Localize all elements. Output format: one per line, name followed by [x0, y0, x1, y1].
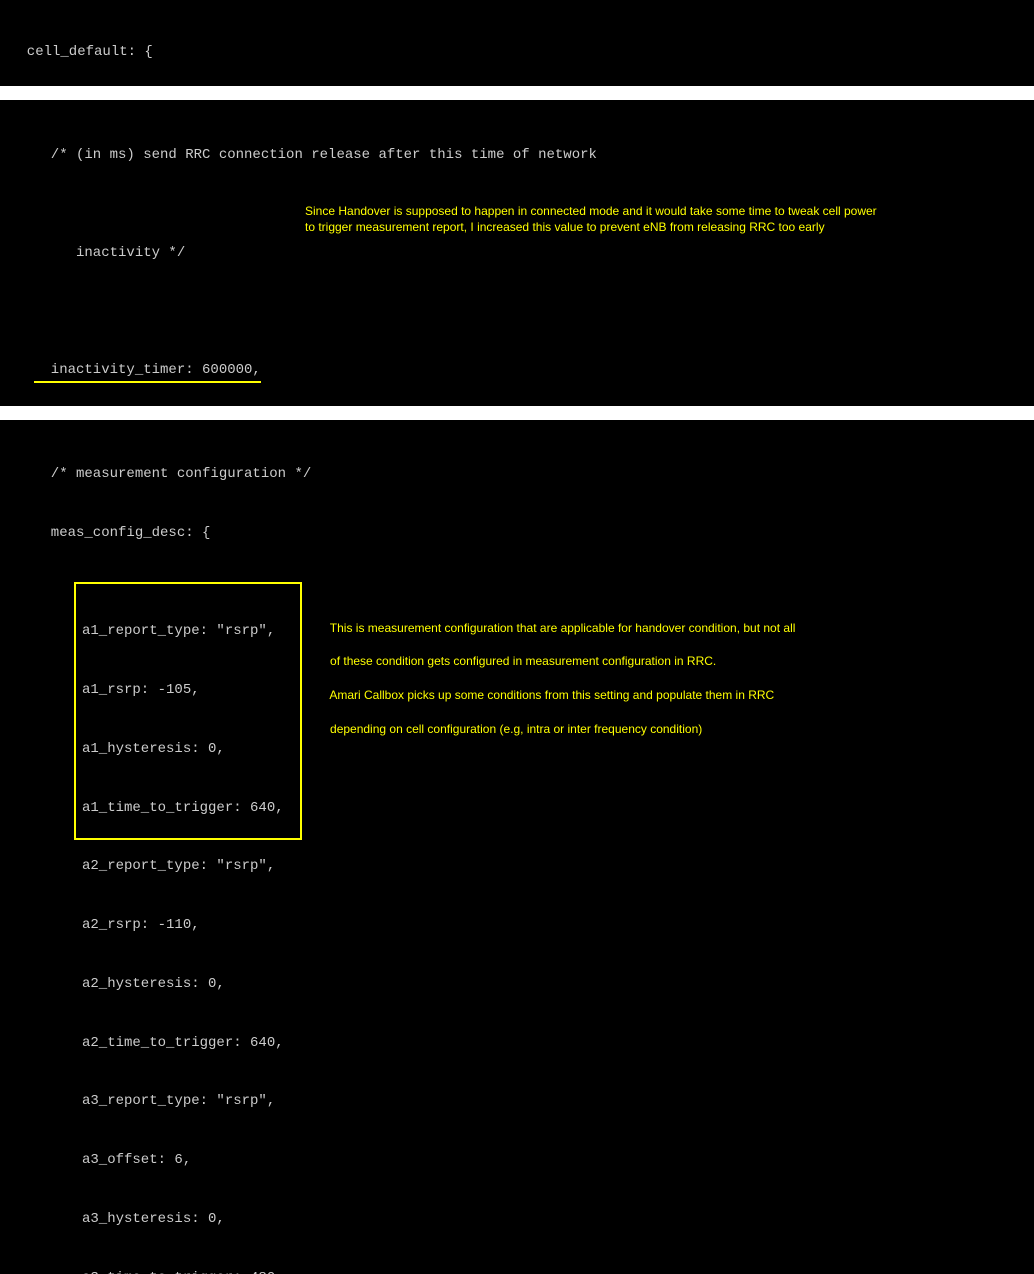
- a3-report-type: a3_report_type: "rsrp",: [10, 1092, 1034, 1112]
- annotation-line1: Since Handover is supposed to happen in …: [305, 204, 877, 218]
- meas-config-block: /* measurement configuration */ meas_con…: [0, 420, 1034, 1274]
- inactivity-block: /* (in ms) send RRC connection release a…: [0, 100, 1034, 402]
- meas-config-open: meas_config_desc: {: [10, 524, 1034, 544]
- annotation-meas-config: This is measurement configuration that a…: [310, 603, 920, 754]
- section-break-2: [0, 406, 1034, 420]
- cell-default-line: cell_default: {: [10, 43, 1034, 63]
- section-break-1: [0, 86, 1034, 100]
- a2-report-type: a2_report_type: "rsrp",: [10, 857, 1034, 877]
- top-code-block: cell_default: {: [0, 0, 1034, 86]
- meas-comment: /* measurement configuration */: [10, 465, 1034, 485]
- a3-hysteresis: a3_hysteresis: 0,: [10, 1210, 1034, 1230]
- a3-ttt: a3_time_to_trigger: 480,: [10, 1269, 1034, 1274]
- inactivity-timer-underline: inactivity_timer: 600000,: [34, 361, 261, 383]
- comment-l1: /* (in ms) send RRC connection release a…: [10, 146, 1034, 166]
- annotation-meas-l2: of these condition gets configured in me…: [330, 654, 716, 668]
- annotation-line2: to trigger measurement report, I increas…: [305, 220, 825, 234]
- comment-l2: inactivity */: [10, 244, 1034, 264]
- annotation-meas-l1: This is measurement configuration that a…: [330, 621, 796, 635]
- annotation-meas-l4: depending on cell configuration (e.g, in…: [330, 722, 702, 736]
- meas-config-body: a1_report_type: "rsrp", a1_rsrp: -105, a…: [10, 583, 1034, 1274]
- a2-ttt: a2_time_to_trigger: 640,: [10, 1034, 1034, 1054]
- a1-ttt: a1_time_to_trigger: 640,: [10, 799, 1034, 819]
- annotation-meas-l3: Amari Callbox picks up some conditions f…: [329, 688, 774, 702]
- a2-hysteresis: a2_hysteresis: 0,: [10, 975, 1034, 995]
- a3-offset: a3_offset: 6,: [10, 1151, 1034, 1171]
- a2-rsrp: a2_rsrp: -110,: [10, 916, 1034, 936]
- inactivity-timer-line: inactivity_timer: 600000,: [10, 361, 1034, 383]
- annotation-inactivity: Since Handover is supposed to happen in …: [305, 204, 1025, 235]
